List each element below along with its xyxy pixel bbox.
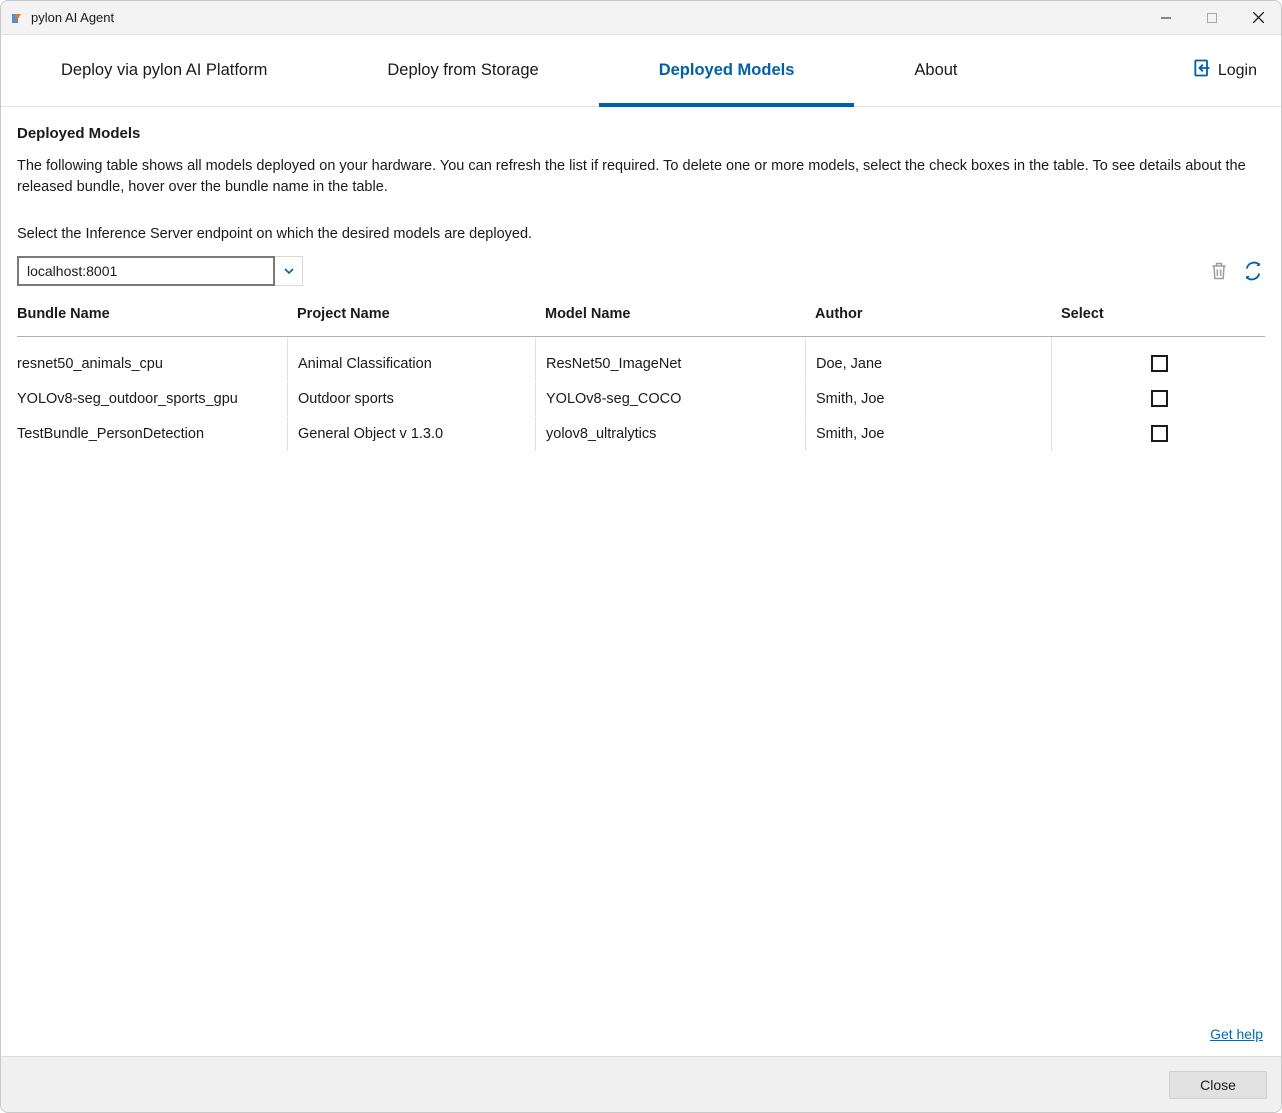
login-icon bbox=[1192, 58, 1212, 83]
minimize-button[interactable] bbox=[1143, 1, 1189, 34]
refresh-button[interactable] bbox=[1241, 259, 1265, 283]
endpoint-dropdown-button[interactable] bbox=[275, 256, 303, 286]
footer: Close bbox=[1, 1056, 1281, 1112]
chevron-down-icon bbox=[283, 265, 295, 277]
cell-model: yolov8_ultralytics bbox=[535, 417, 805, 451]
row-checkbox[interactable] bbox=[1151, 355, 1168, 372]
cell-bundle[interactable]: TestBundle_PersonDetection bbox=[17, 417, 287, 451]
endpoint-row bbox=[17, 256, 1265, 286]
window-title: pylon AI Agent bbox=[31, 10, 1143, 25]
titlebar: pylon AI Agent bbox=[1, 1, 1281, 35]
th-model[interactable]: Model Name bbox=[535, 300, 805, 328]
tabbar: Deploy via pylon AI Platform Deploy from… bbox=[1, 35, 1281, 107]
endpoint-combobox bbox=[17, 256, 303, 286]
app-window: pylon AI Agent Deploy via pylon AI Platf… bbox=[0, 0, 1282, 1113]
delete-button[interactable] bbox=[1207, 259, 1231, 283]
close-window-button[interactable] bbox=[1235, 1, 1281, 34]
cell-bundle[interactable]: YOLOv8-seg_outdoor_sports_gpu bbox=[17, 382, 287, 416]
row-checkbox[interactable] bbox=[1151, 390, 1168, 407]
cell-select bbox=[1051, 381, 1265, 416]
cell-project: General Object v 1.3.0 bbox=[287, 417, 535, 451]
table-row: resnet50_animals_cpu Animal Classificati… bbox=[17, 337, 1265, 381]
th-project[interactable]: Project Name bbox=[287, 300, 535, 328]
cell-select bbox=[1051, 337, 1265, 381]
cell-bundle[interactable]: resnet50_animals_cpu bbox=[17, 338, 287, 381]
models-table: Bundle Name Project Name Model Name Auth… bbox=[17, 300, 1265, 451]
th-bundle[interactable]: Bundle Name bbox=[17, 300, 287, 328]
cell-model: YOLOv8-seg_COCO bbox=[535, 382, 805, 416]
cell-author: Smith, Joe bbox=[805, 382, 1051, 416]
page-description: The following table shows all models dep… bbox=[17, 156, 1265, 198]
endpoint-instruction: Select the Inference Server endpoint on … bbox=[17, 226, 1265, 242]
cell-model: ResNet50_ImageNet bbox=[535, 338, 805, 381]
table-row: YOLOv8-seg_outdoor_sports_gpu Outdoor sp… bbox=[17, 381, 1265, 416]
endpoint-input[interactable] bbox=[17, 256, 275, 286]
th-select: Select bbox=[1051, 300, 1265, 328]
app-icon bbox=[9, 10, 25, 26]
trash-icon bbox=[1209, 261, 1229, 281]
help-row: Get help bbox=[17, 1018, 1265, 1046]
login-button[interactable]: Login bbox=[1168, 35, 1281, 106]
tab-about[interactable]: About bbox=[854, 35, 1017, 106]
cell-project: Animal Classification bbox=[287, 338, 535, 381]
cell-select bbox=[1051, 416, 1265, 451]
tab-deploy-platform[interactable]: Deploy via pylon AI Platform bbox=[1, 35, 327, 106]
table-row: TestBundle_PersonDetection General Objec… bbox=[17, 416, 1265, 451]
tab-deployed-models[interactable]: Deployed Models bbox=[599, 35, 855, 106]
login-label: Login bbox=[1218, 62, 1257, 80]
row-checkbox[interactable] bbox=[1151, 425, 1168, 442]
content-area: Deployed Models The following table show… bbox=[1, 107, 1281, 1056]
table-header: Bundle Name Project Name Model Name Auth… bbox=[17, 300, 1265, 337]
cell-author: Doe, Jane bbox=[805, 338, 1051, 381]
th-author[interactable]: Author bbox=[805, 300, 1051, 328]
table-body: resnet50_animals_cpu Animal Classificati… bbox=[17, 337, 1265, 451]
tab-deploy-storage[interactable]: Deploy from Storage bbox=[327, 35, 598, 106]
cell-project: Outdoor sports bbox=[287, 382, 535, 416]
page-title: Deployed Models bbox=[17, 125, 1265, 142]
cell-author: Smith, Joe bbox=[805, 417, 1051, 451]
window-controls bbox=[1143, 1, 1281, 34]
refresh-icon bbox=[1243, 261, 1263, 281]
close-button[interactable]: Close bbox=[1169, 1071, 1267, 1099]
maximize-button[interactable] bbox=[1189, 1, 1235, 34]
get-help-link[interactable]: Get help bbox=[1210, 1026, 1263, 1042]
